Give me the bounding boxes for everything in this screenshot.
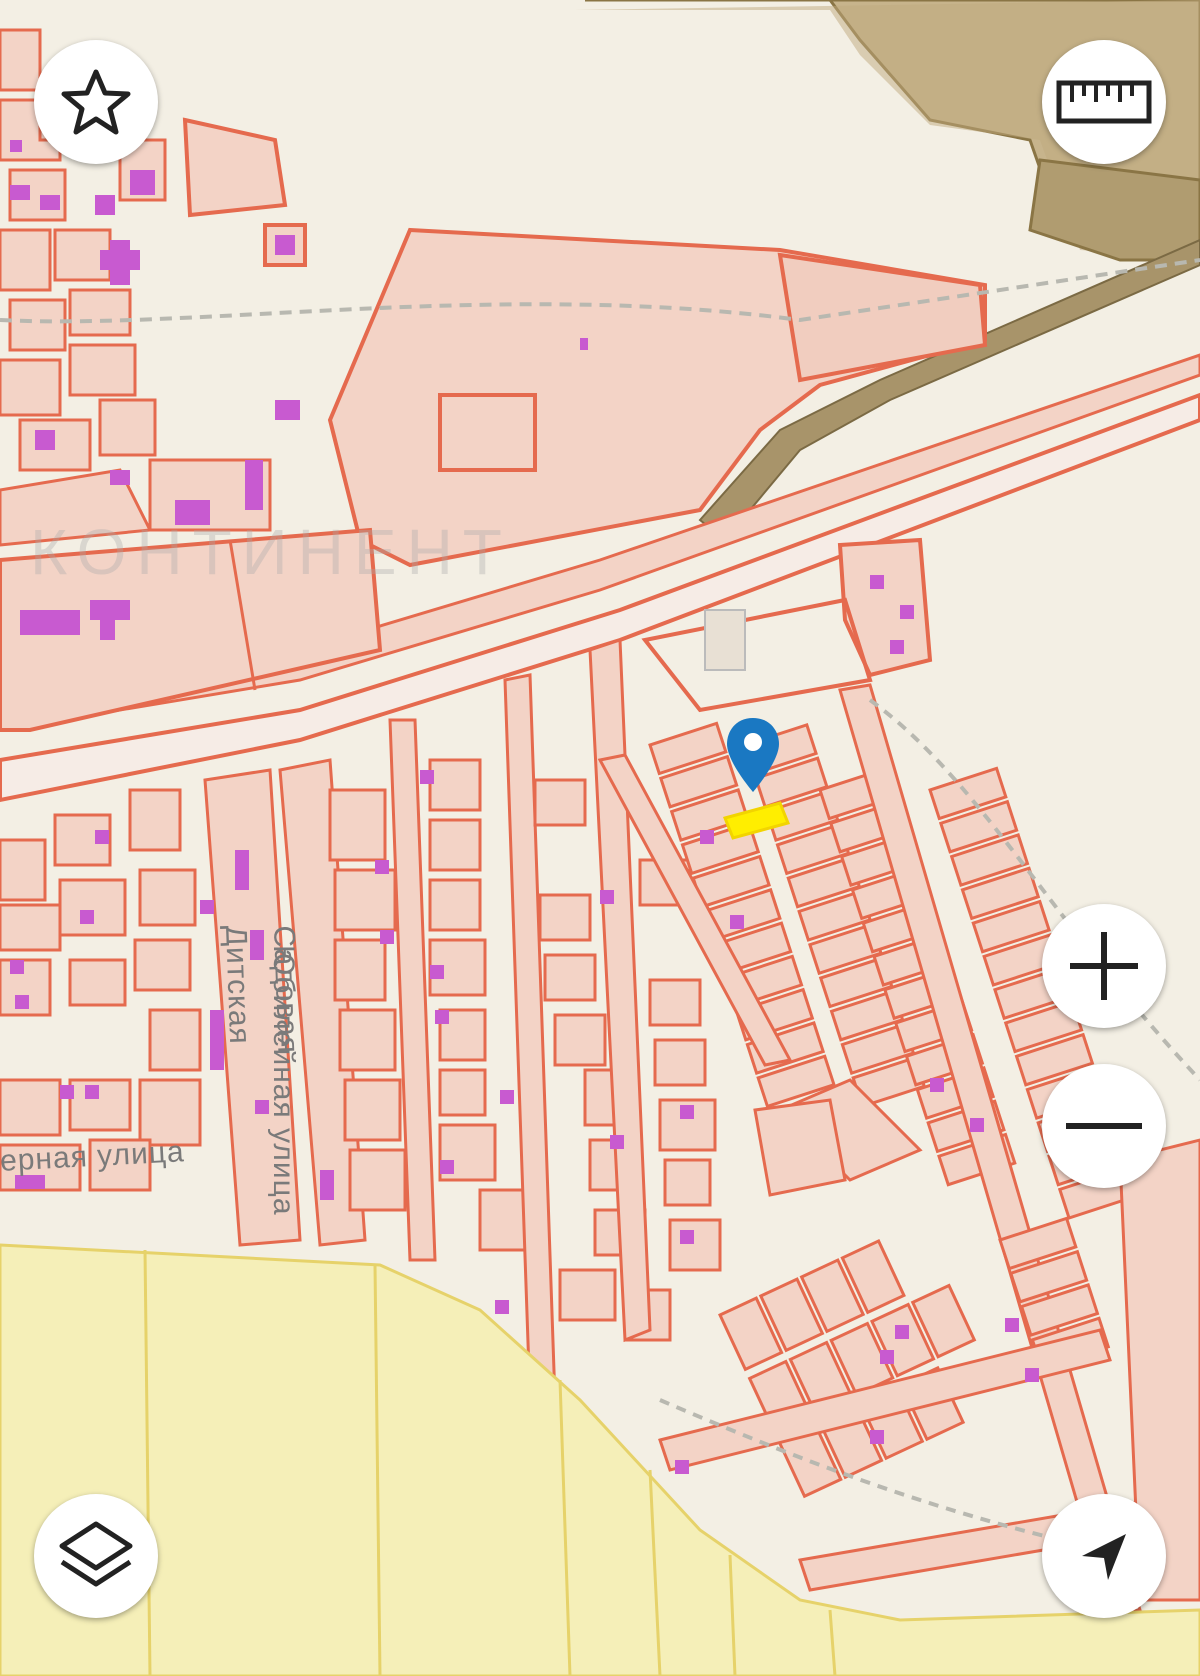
- ruler-icon: [1056, 80, 1152, 124]
- map-view[interactable]: Юбилейная улица Садовая Дитская ерная ул…: [0, 0, 1200, 1676]
- favorite-button[interactable]: [34, 40, 158, 164]
- location-arrow-icon: [1082, 1534, 1126, 1580]
- zoom-in-button[interactable]: [1042, 904, 1166, 1028]
- star-icon: [61, 69, 131, 135]
- layers-button[interactable]: [34, 1494, 158, 1618]
- cadastral-map-canvas[interactable]: [0, 0, 1200, 1676]
- plus-icon: [1070, 932, 1138, 1000]
- street-label-ditskaya: Дитская: [219, 925, 257, 1046]
- watermark-text: КОНТИНЕНТ: [30, 516, 512, 588]
- minus-icon: [1066, 1123, 1142, 1129]
- ruler-button[interactable]: [1042, 40, 1166, 164]
- zoom-out-button[interactable]: [1042, 1064, 1166, 1188]
- layers-icon: [59, 1521, 133, 1587]
- locate-button[interactable]: [1042, 1494, 1166, 1618]
- parcel-square: [438, 393, 537, 472]
- street-label-sadovaya: Садовая: [267, 925, 305, 1055]
